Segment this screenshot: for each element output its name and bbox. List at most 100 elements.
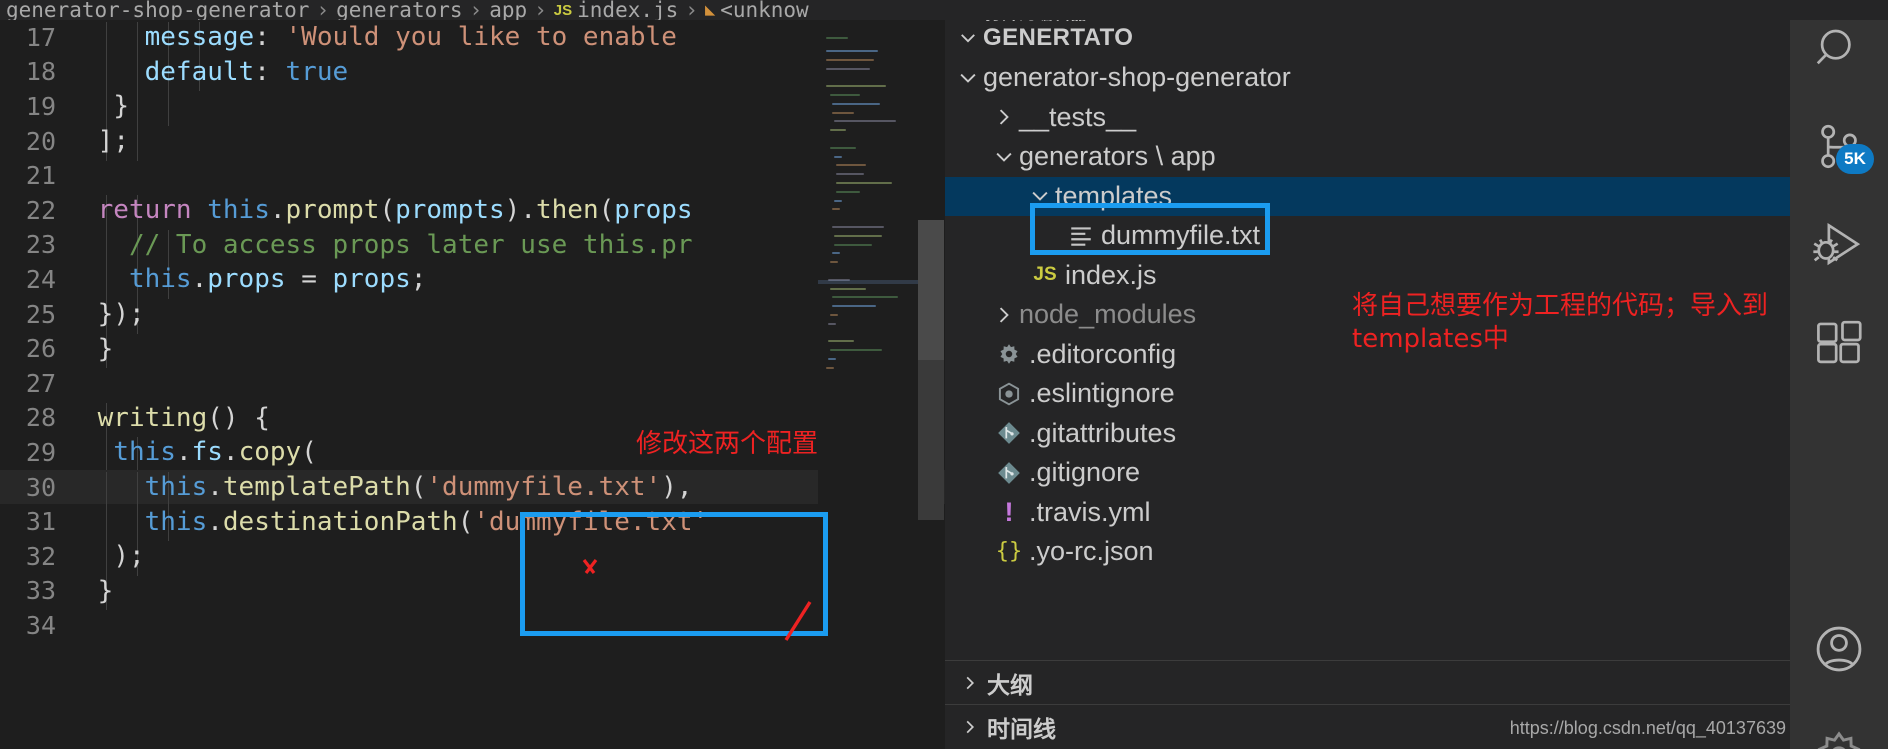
workspace-root-header[interactable]: GENERTATO [945, 18, 1790, 58]
code-line-text[interactable]: ]; [82, 126, 945, 161]
outline-panel-label: 大纲 [987, 671, 1033, 698]
line-number: 24 [25, 264, 56, 294]
file-type-icon [989, 341, 1029, 367]
code-line-text[interactable]: ); [82, 541, 945, 576]
git-file-icon [998, 422, 1020, 445]
code-line[interactable]: 22 return this.prompt(prompts).then(prop… [0, 193, 945, 230]
tree-item-__tests__[interactable]: __tests__ [945, 98, 1790, 138]
activity-manage-button[interactable] [1790, 706, 1888, 749]
code-line-text[interactable]: // To access props later use this.pr [82, 229, 945, 265]
code-line[interactable]: 25 }); [0, 297, 945, 334]
code-line-text[interactable]: this.destinationPath('dummyfile.txt' [82, 506, 945, 542]
gear-icon [1000, 344, 1018, 364]
activity-account-button[interactable] [1790, 600, 1888, 698]
account-icon [1816, 626, 1862, 672]
code-line[interactable]: 26 } [0, 331, 945, 369]
code-line-text[interactable]: return this.prompt(prompts).then(props [82, 195, 945, 230]
tree-item-generators-app[interactable]: generators \ app [945, 137, 1790, 177]
line-number: 23 [25, 230, 56, 260]
vscode-window: generator-shop-generator › generators › … [0, 0, 1888, 749]
file-type-icon: ! [989, 497, 1029, 528]
code-line-text[interactable]: }); [82, 299, 945, 334]
code-line[interactable]: 20 ]; [0, 124, 945, 161]
breadcrumb-item-file[interactable]: index.js [577, 0, 678, 20]
tree-item-label-suffix: \ app [1148, 141, 1216, 172]
tree-item-.eslintignore[interactable]: .eslintignore [945, 374, 1790, 414]
minimap-line [832, 102, 880, 105]
tree-item-generator-shop-generator[interactable]: generator-shop-generator [945, 58, 1790, 98]
activity-run-debug-button[interactable] [1790, 196, 1888, 294]
code-line-text[interactable]: } [82, 91, 945, 127]
annotation-import-templates: 将自己想要作为工程的代码；导入到templates中 [1352, 291, 1769, 355]
chevron-down-icon [953, 67, 983, 89]
tree-item-.yo-rc.json[interactable]: {} .yo-rc.json [945, 532, 1790, 572]
editor-minimap[interactable] [818, 20, 918, 749]
breadcrumb-item-app[interactable]: app [489, 0, 527, 20]
line-number: 30 [25, 472, 56, 502]
minimap-line [830, 349, 882, 352]
code-line[interactable]: 32 ); [0, 539, 945, 576]
editor-scrollbar-thumb-lower[interactable] [918, 360, 944, 520]
js-file-icon: JS [553, 1, 573, 19]
outline-panel-header[interactable]: 大纲 [945, 660, 1790, 704]
minimap-line [826, 58, 874, 61]
code-lines[interactable]: 17 message: 'Would you like to enable 18 … [0, 20, 945, 643]
code-line-text[interactable]: message: 'Would you like to enable [82, 22, 945, 57]
code-editor[interactable]: 17 message: 'Would you like to enable 18 … [0, 20, 945, 749]
minimap-line [826, 67, 870, 70]
code-line-text[interactable]: this.props = props; [82, 264, 945, 300]
line-number: 34 [25, 610, 56, 640]
minimap-line [830, 129, 846, 132]
tree-item-templates[interactable]: templates [945, 176, 1790, 216]
code-line[interactable]: 27 [0, 366, 945, 401]
code-line[interactable]: 34 [0, 608, 945, 643]
code-line-text[interactable]: default: true [82, 56, 945, 92]
line-number: 17 [25, 22, 56, 52]
code-line[interactable]: 24 this.props = props; [0, 262, 945, 300]
minimap-line [826, 50, 878, 52]
explorer-sidebar: 打开的编辑器 GENERTATO generator-shop-generato… [945, 0, 1790, 749]
code-line[interactable]: 33 } [0, 574, 945, 611]
activity-source-control-button[interactable]: 5K [1790, 98, 1888, 196]
code-line-text[interactable]: } [82, 333, 945, 369]
minimap-line [836, 182, 892, 184]
tree-item-label: templates [1055, 180, 1173, 211]
chevron-down-icon [1025, 185, 1055, 207]
breadcrumb-item-generators[interactable]: generators [336, 0, 462, 20]
editor-scrollbar-thumb[interactable] [918, 220, 944, 360]
chevron-right-icon [953, 674, 987, 692]
chevron-right-icon [989, 106, 1019, 128]
eslint-file-icon [998, 382, 1020, 406]
breadcrumb-item-symbol[interactable]: <unknow [720, 0, 809, 20]
source-control-badge: 5K [1836, 144, 1874, 174]
code-line-text[interactable]: } [82, 575, 945, 611]
code-line[interactable]: 23 // To access props later use this.pr [0, 228, 945, 265]
minimap-line [828, 340, 854, 343]
chevron-right-icon [953, 718, 987, 736]
tree-item-label: __tests__ [1019, 101, 1137, 132]
file-type-icon: {} [989, 539, 1029, 564]
code-line[interactable]: 18 default: true [0, 55, 945, 92]
minimap-line [830, 261, 838, 264]
code-line[interactable]: 19 } [0, 89, 945, 127]
tree-item-label: .travis.yml [1029, 496, 1151, 527]
code-line-text[interactable]: this.templatePath('dummyfile.txt'), [82, 472, 945, 507]
breadcrumb[interactable]: generator-shop-generator › generators › … [0, 0, 1888, 20]
minimap-line [826, 85, 886, 88]
code-line[interactable]: 17 message: 'Would you like to enable [0, 20, 945, 57]
tree-item-.gitignore[interactable]: .gitignore [945, 453, 1790, 493]
line-number: 26 [25, 334, 56, 364]
tree-item-.gitattributes[interactable]: .gitattributes [945, 414, 1790, 454]
code-line[interactable]: 31 this.destinationPath('dummyfile.txt' [0, 504, 945, 542]
breadcrumb-item-project[interactable]: generator-shop-generator [6, 0, 309, 20]
minimap-line [836, 164, 866, 167]
tree-item-dummyfile.txt[interactable]: dummyfile.txt [945, 216, 1790, 256]
file-type-icon [989, 420, 1029, 446]
json-file-icon: {} [995, 539, 1023, 565]
breadcrumb-separator-icon: › [685, 0, 698, 20]
tree-item-.travis.yml[interactable]: ! .travis.yml [945, 493, 1790, 533]
line-number: 25 [25, 299, 56, 329]
code-line[interactable]: 21 [0, 158, 945, 193]
line-number: 22 [25, 195, 56, 225]
code-line[interactable]: 30 this.templatePath('dummyfile.txt'), [0, 469, 945, 507]
